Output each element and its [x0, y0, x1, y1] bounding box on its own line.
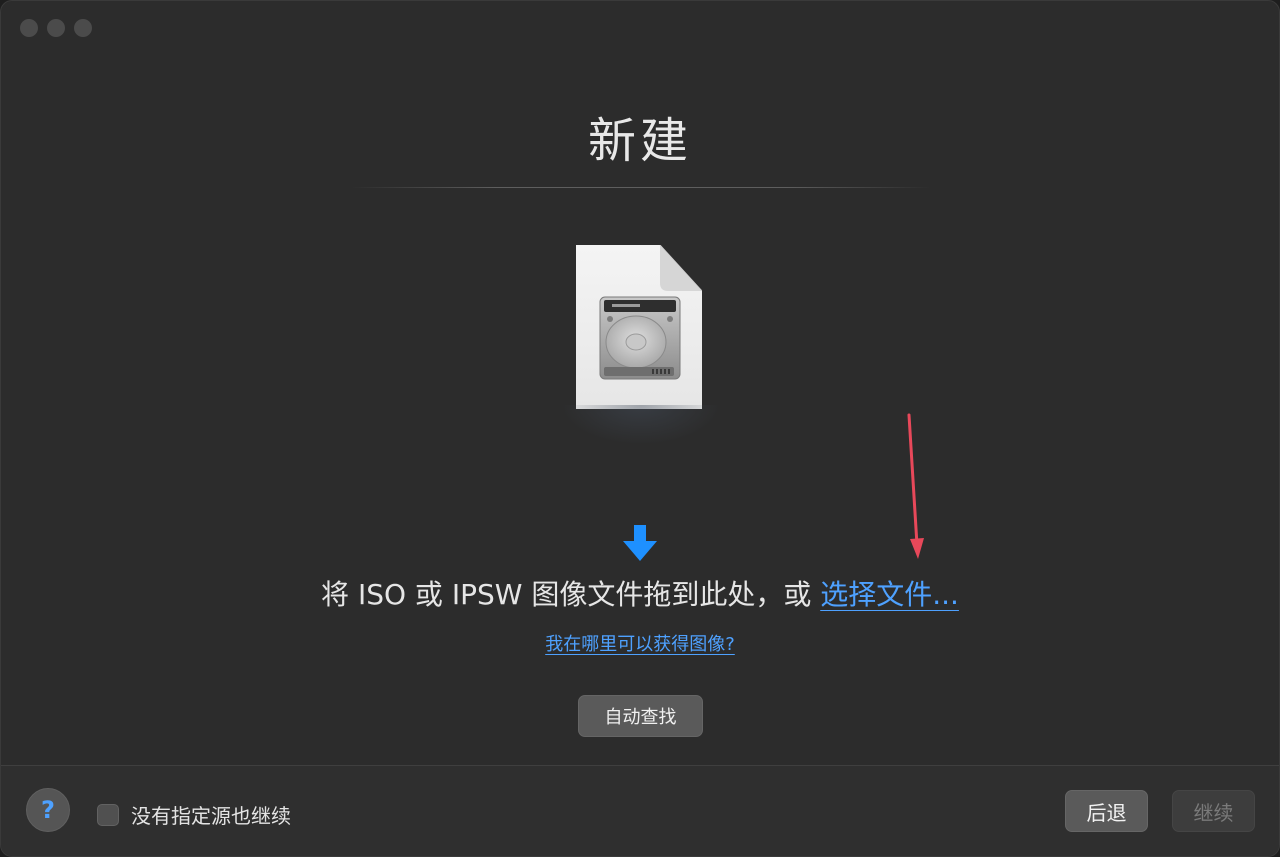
help-button[interactable]: ?: [26, 788, 70, 832]
window-controls: [20, 19, 92, 37]
continue-button[interactable]: 继续: [1172, 790, 1255, 832]
continue-without-source-option[interactable]: 没有指定源也继续: [97, 800, 291, 829]
minimize-button[interactable]: [47, 19, 65, 37]
page-title: 新建: [587, 113, 692, 169]
icon-shadow: [561, 405, 721, 445]
back-button[interactable]: 后退: [1065, 790, 1148, 832]
new-vm-window: 新建 将 ISO 或 IPSW 图像文件拖到此处，或 选择文件... 我在哪里可…: [0, 0, 1280, 857]
continue-without-source-label: 没有指定源也继续: [131, 804, 291, 828]
close-button[interactable]: [20, 19, 38, 37]
footer-bar: ? 没有指定源也继续 后退 继续: [1, 765, 1279, 856]
where-to-get-image-link[interactable]: 我在哪里可以获得图像?: [545, 634, 735, 655]
annotation-arrow-icon: [907, 413, 924, 559]
drop-instruction-text: 将 ISO 或 IPSW 图像文件拖到此处，或: [321, 578, 812, 611]
arrow-down-icon: [623, 525, 657, 561]
hard-disk-document-icon: [576, 245, 702, 409]
zoom-button[interactable]: [74, 19, 92, 37]
title-divider: [351, 187, 931, 188]
auto-find-button[interactable]: 自动查找: [578, 695, 703, 737]
choose-file-link[interactable]: 选择文件...: [820, 578, 959, 611]
image-help-link-row: 我在哪里可以获得图像?: [1, 630, 1279, 656]
continue-without-source-checkbox[interactable]: [97, 803, 119, 826]
drop-instruction: 将 ISO 或 IPSW 图像文件拖到此处，或 选择文件...: [1, 573, 1279, 613]
